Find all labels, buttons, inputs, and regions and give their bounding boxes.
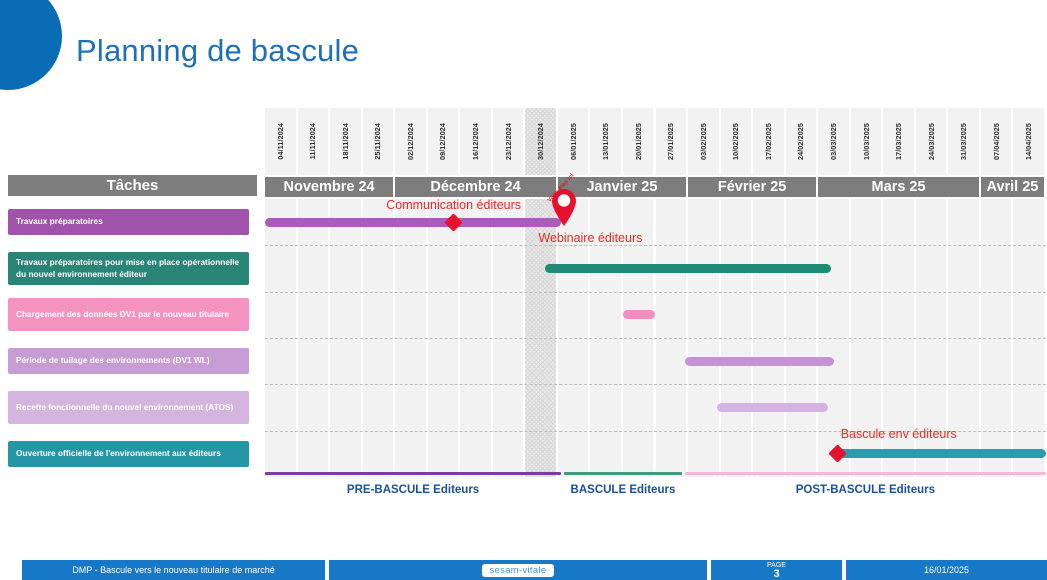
week-header-cell: 30/12/2024	[525, 108, 558, 175]
week-header-label: 25/11/2024	[373, 123, 383, 160]
footer-doc-title: DMP - Bascule vers le nouveau titulaire …	[22, 560, 327, 580]
week-header-cell: 17/03/2025	[883, 108, 916, 175]
milestone-label: Bascule env éditeurs	[840, 426, 957, 441]
slide-footer: DMP - Bascule vers le nouveau titulaire …	[0, 560, 1047, 580]
week-header-label: 14/04/2025	[1024, 123, 1034, 160]
week-header-cell: 10/02/2025	[720, 108, 754, 175]
week-header-label: 02/12/2024	[405, 123, 415, 160]
week-header-cell: 20/01/2025	[622, 108, 656, 175]
week-header-label: 20/01/2025	[633, 123, 643, 160]
milestone-label: Webinaire éditeurs	[538, 231, 643, 246]
week-header-label: 04/11/2024	[275, 123, 285, 160]
week-header-cell: 17/02/2025	[753, 108, 786, 175]
week-header-cell: 16/12/2024	[460, 108, 493, 175]
week-header-cell: 18/11/2024	[330, 108, 363, 175]
week-header-cell: 03/02/2025	[688, 108, 721, 175]
week-header-label: 11/11/2024	[308, 123, 318, 160]
task-label: Chargement des données DV1 par le nouvea…	[8, 298, 249, 332]
week-header-label: 13/01/2025	[601, 123, 611, 160]
gantt-row-divider	[265, 291, 1046, 293]
page-number: 3	[773, 568, 780, 580]
week-header-label: 09/12/2024	[438, 123, 448, 160]
week-header-cell: 14/04/2025	[1013, 108, 1046, 175]
week-header-label: 06/01/2025	[568, 123, 578, 160]
gantt-bar	[684, 356, 835, 366]
week-header-cell: 02/12/2024	[395, 108, 428, 175]
phase-label: POST-BASCULE Editeurs	[795, 484, 936, 496]
page-indicator: PAGE 3	[767, 562, 786, 580]
month-header-cell: Avril 25	[980, 177, 1046, 197]
week-header-cell: 25/11/2024	[362, 108, 396, 175]
footer-logo-cell: sesam-vitale	[329, 560, 709, 580]
phase-line	[564, 472, 682, 475]
week-header-label: 03/02/2025	[698, 123, 708, 160]
gantt-chart: 04/11/2024 11/11/2024 18/11/2024 25/11/2024…	[265, 108, 1046, 477]
week-header-label: 17/02/2025	[763, 123, 773, 160]
week-header-cell: 07/04/2025	[980, 108, 1014, 175]
week-header-cell: 11/11/2024	[297, 108, 331, 175]
task-label: Travaux préparatoires pour mise en place…	[8, 252, 249, 285]
gantt-row-divider	[265, 384, 1046, 386]
decorative-arc-outer	[0, 0, 62, 90]
phase-line	[684, 472, 1046, 475]
gantt-row-divider	[265, 338, 1046, 339]
you-are-here-pin-icon: Vous êtes ici	[547, 173, 581, 227]
footer-page-cell: PAGE 3	[711, 560, 844, 580]
week-header-cell: 13/01/2025	[590, 108, 623, 175]
week-header-cell: 27/01/2025	[655, 108, 689, 175]
sesam-vitale-logo: sesam-vitale	[481, 563, 555, 577]
week-header-cell: 24/03/2025	[915, 108, 949, 175]
week-header-cell: 23/12/2024	[492, 108, 526, 175]
slide-root: Planning de bascule Tâches Travaux prépa…	[0, 0, 1047, 580]
phase-label: PRE-BASCULE Editeurs	[346, 484, 480, 496]
week-header-label: 10/03/2025	[861, 123, 871, 160]
week-header-label: 10/02/2025	[731, 123, 741, 160]
week-header-cell: 24/02/2025	[785, 108, 819, 175]
week-header-row: 04/11/2024 11/11/2024 18/11/2024 25/11/2024…	[265, 108, 1046, 175]
month-header-cell: Novembre 24	[265, 177, 396, 197]
month-header-cell: Février 25	[688, 177, 819, 197]
week-header-cell: 09/12/2024	[427, 108, 461, 175]
week-header-cell: 03/03/2025	[818, 108, 851, 175]
task-label: Période de tuilage des environnements (D…	[8, 348, 249, 375]
week-header-cell: 06/01/2025	[557, 108, 591, 175]
week-header-label: 23/12/2024	[503, 123, 513, 160]
tasks-column-header: Tâches	[8, 175, 257, 196]
week-header-label: 24/02/2025	[796, 123, 806, 160]
week-header-label: 07/04/2025	[991, 123, 1001, 160]
gantt-bar	[622, 310, 656, 320]
milestone-label: Communication éditeurs	[386, 198, 522, 213]
task-label: Recette fonctionnelle du nouvel environn…	[8, 391, 249, 424]
gantt-bar	[265, 217, 562, 227]
phase-label: BASCULE Editeurs	[570, 484, 676, 496]
footer-date: 16/01/2025	[846, 560, 1047, 580]
gantt-bar	[837, 449, 1046, 459]
page-title: Planning de bascule	[76, 33, 360, 68]
week-header-cell: 04/11/2024	[265, 108, 298, 175]
phase-line	[265, 472, 562, 475]
task-label: Ouverture officielle de l'environnement …	[8, 440, 249, 467]
week-header-label: 17/03/2025	[894, 123, 904, 160]
week-header-label: 27/01/2025	[666, 123, 676, 160]
month-header-row: Novembre 24 Décembre 24 Janvier 25 Février …	[265, 177, 1046, 197]
week-header-cell: 10/03/2025	[850, 108, 884, 175]
week-header-cell: 31/03/2025	[948, 108, 981, 175]
gantt-bar	[717, 403, 828, 412]
week-header-label: 03/03/2025	[828, 123, 838, 160]
week-header-label: 18/11/2024	[340, 123, 350, 160]
gantt-row-divider	[265, 245, 1046, 247]
week-header-label: 30/12/2024	[536, 123, 546, 160]
month-header-cell: Mars 25	[818, 177, 981, 197]
gantt-bar	[544, 264, 832, 273]
month-header-cell: Décembre 24	[395, 177, 558, 197]
week-header-label: 16/12/2024	[471, 123, 481, 160]
week-header-label: 31/03/2025	[959, 123, 969, 160]
task-label: Travaux préparatoires	[8, 209, 249, 236]
week-header-label: 24/03/2025	[926, 123, 936, 160]
